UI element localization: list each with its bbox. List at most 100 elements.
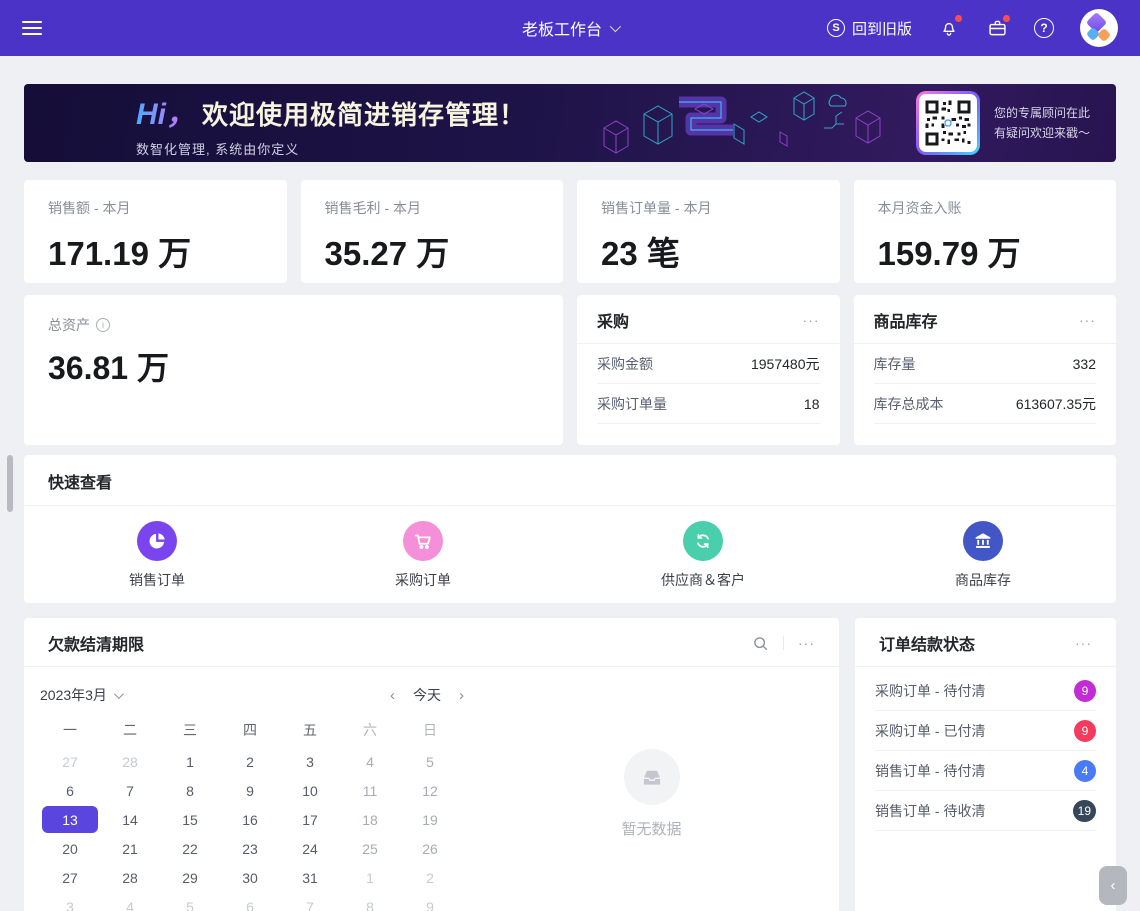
stat-card-gross-profit: 销售毛利 - 本月 35.27 万	[301, 180, 564, 283]
quick-item-suppliers-customers[interactable]: 供应商＆客户	[661, 521, 745, 590]
calendar-day[interactable]: 21	[100, 834, 160, 863]
calendar-day[interactable]: 7	[280, 892, 340, 911]
calendar-day[interactable]: 1	[340, 863, 400, 892]
calendar-day[interactable]: 8	[160, 776, 220, 805]
calendar: 2023年3月 ‹ 今天 › 一 二 三 四	[24, 667, 464, 911]
notifications-bell-icon[interactable]	[938, 17, 960, 39]
calendar-day[interactable]: 29	[160, 863, 220, 892]
calendar-day[interactable]: 28	[100, 863, 160, 892]
calendar-day[interactable]: 24	[280, 834, 340, 863]
banner-headline: 欢迎使用极简进销存管理！	[202, 95, 526, 132]
inventory-card: 商品库存 ··· 库存量 332 库存总成本 613607.35元	[854, 295, 1117, 445]
assets-label: 总资产	[48, 315, 90, 335]
more-icon[interactable]: ···	[798, 635, 815, 651]
calendar-day[interactable]: 5	[160, 892, 220, 911]
calendar-day[interactable]: 9	[220, 776, 280, 805]
inventory-card-title: 商品库存	[874, 308, 938, 332]
calendar-day[interactable]: 14	[100, 805, 160, 834]
calendar-day[interactable]: 1	[160, 747, 220, 776]
calendar-day-selected[interactable]: 13	[42, 806, 98, 833]
calendar-day[interactable]: 6	[40, 776, 100, 805]
calendar-day[interactable]: 6	[220, 892, 280, 911]
stock-qty-row: 库存量 332	[874, 344, 1097, 384]
stat-value: 159.79 万	[878, 227, 1093, 275]
calendar-day[interactable]: 22	[160, 834, 220, 863]
calendar-day[interactable]: 27	[40, 863, 100, 892]
notification-dot	[1003, 15, 1010, 22]
banner-subtitle: 数智化管理, 系统由你定义	[136, 139, 526, 158]
stat-label: 销售毛利 - 本月	[325, 198, 540, 218]
calendar-day[interactable]: 2	[400, 863, 460, 892]
calendar-day[interactable]: 28	[100, 747, 160, 776]
help-icon[interactable]: ?	[1034, 18, 1054, 38]
calendar-day[interactable]: 3	[40, 892, 100, 911]
menu-icon[interactable]	[22, 17, 42, 39]
calendar-day[interactable]: 26	[400, 834, 460, 863]
calendar-day[interactable]: 27	[40, 747, 100, 776]
order-status-row[interactable]: 销售订单 - 待收清19	[875, 791, 1096, 831]
calendar-day[interactable]: 15	[160, 805, 220, 834]
quick-item-inventory[interactable]: 商品库存	[955, 521, 1011, 590]
calendar-today-button[interactable]: 今天	[413, 685, 441, 705]
purchase-card: 采购 ··· 采购金额 1957480元 采购订单量 18	[577, 295, 840, 445]
search-icon[interactable]	[752, 635, 769, 652]
quick-item-sales-orders[interactable]: 销售订单	[129, 521, 185, 590]
stock-cost-row: 库存总成本 613607.35元	[874, 384, 1097, 424]
calendar-day[interactable]: 3	[280, 747, 340, 776]
scrollbar-thumb[interactable]	[7, 455, 13, 512]
calendar-day[interactable]: 9	[400, 892, 460, 911]
calendar-day[interactable]: 23	[220, 834, 280, 863]
calendar-prev-button[interactable]: ‹	[390, 687, 395, 704]
calendar-month-select[interactable]: 2023年3月	[40, 685, 121, 705]
calendar-day[interactable]: 4	[100, 892, 160, 911]
divider	[783, 636, 784, 650]
stat-value: 35.27 万	[325, 227, 540, 275]
collapse-panel-handle[interactable]: ‹	[1099, 866, 1127, 905]
order-status-label: 采购订单 - 已付清	[875, 721, 985, 741]
calendar-day[interactable]: 16	[220, 805, 280, 834]
avatar[interactable]	[1080, 9, 1118, 47]
calendar-day[interactable]: 5	[400, 747, 460, 776]
order-status-label: 销售订单 - 待付清	[875, 761, 985, 781]
order-status-row[interactable]: 采购订单 - 待付清9	[875, 671, 1096, 711]
back-to-old-version-button[interactable]: S 回到旧版	[827, 18, 912, 39]
calendar-day[interactable]: 20	[40, 834, 100, 863]
calendar-day[interactable]: 25	[340, 834, 400, 863]
calendar-day[interactable]: 2	[220, 747, 280, 776]
chevron-down-icon	[610, 21, 621, 32]
calendar-day[interactable]: 7	[100, 776, 160, 805]
more-icon[interactable]: ···	[803, 312, 820, 328]
order-status-badge: 9	[1074, 680, 1096, 702]
workspace-switcher[interactable]: 老板工作台	[522, 16, 618, 40]
calendar-day[interactable]: 31	[280, 863, 340, 892]
notification-dot	[955, 15, 962, 22]
stat-card-sales-amount: 销售额 - 本月 171.19 万	[24, 180, 287, 283]
banner-greeting: Hi，	[136, 89, 196, 133]
purchase-amount-row: 采购金额 1957480元	[597, 344, 820, 384]
stat-label: 销售额 - 本月	[48, 198, 263, 218]
quick-item-purchase-orders[interactable]: 采购订单	[395, 521, 451, 590]
calendar-day[interactable]: 12	[400, 776, 460, 805]
more-icon[interactable]: ···	[1079, 312, 1096, 328]
qr-code[interactable]	[916, 91, 980, 155]
briefcase-icon[interactable]	[986, 17, 1008, 39]
calendar-day[interactable]: 17	[280, 805, 340, 834]
calendar-day[interactable]: 11	[340, 776, 400, 805]
calendar-day[interactable]: 8	[340, 892, 400, 911]
order-status-badge: 4	[1074, 760, 1096, 782]
calendar-day[interactable]: 30	[220, 863, 280, 892]
order-status-row[interactable]: 销售订单 - 待付清 4	[875, 751, 1096, 791]
top-nav: 老板工作台 S 回到旧版 ?	[0, 0, 1140, 56]
calendar-weekday-header: 一 二 三 四 五 六 日	[40, 720, 464, 740]
calendar-day[interactable]: 4	[340, 747, 400, 776]
stat-label: 销售订单量 - 本月	[601, 198, 816, 218]
cart-icon	[403, 521, 443, 561]
order-status-row[interactable]: 采购订单 - 已付清9	[875, 711, 1096, 751]
stat-card-funds-in: 本月资金入账 159.79 万	[854, 180, 1117, 283]
calendar-day[interactable]: 10	[280, 776, 340, 805]
calendar-day[interactable]: 18	[340, 805, 400, 834]
more-icon[interactable]: ···	[1075, 635, 1092, 651]
total-assets-card: 总资产 i 36.81 万	[24, 295, 563, 445]
calendar-day[interactable]: 19	[400, 805, 460, 834]
info-icon[interactable]: i	[96, 318, 110, 332]
